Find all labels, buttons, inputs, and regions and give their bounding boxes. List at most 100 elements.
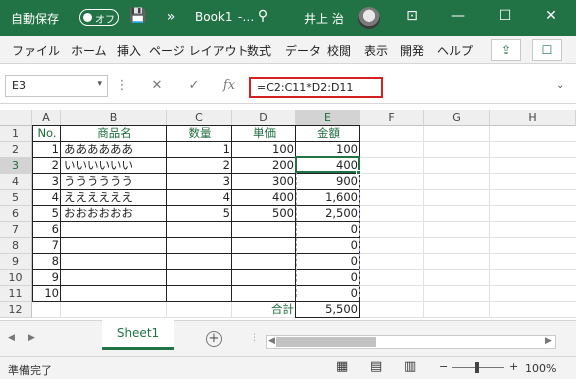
tab-splitter-icon[interactable]: ⋮ — [250, 333, 259, 343]
cell-qty[interactable] — [168, 286, 232, 302]
column-header-c[interactable]: C — [167, 110, 232, 126]
tab-view[interactable]: 表示 — [364, 42, 388, 59]
cell-price[interactable] — [233, 254, 296, 270]
more-commands-icon[interactable]: » — [161, 9, 181, 25]
row-header-10[interactable]: 10 — [0, 270, 32, 286]
cell-price[interactable] — [233, 222, 296, 238]
cell-price[interactable] — [233, 286, 296, 302]
page-layout-view-icon[interactable]: ▤ — [370, 359, 382, 374]
avatar[interactable] — [358, 7, 380, 29]
worksheet-grid[interactable]: A B C D E F G H 1 2 3 4 5 6 7 8 9 10 11 12 No. 商品名 数量 単価 金額 1 あああ… — [0, 110, 576, 320]
cell-price[interactable]: 200 — [233, 158, 296, 174]
header-name[interactable]: 商品名 — [62, 126, 167, 142]
tab-formulas[interactable]: 数式 — [247, 42, 271, 59]
column-header-h[interactable]: H — [490, 110, 576, 126]
close-icon[interactable]: ✕ — [541, 8, 561, 24]
row-header-2[interactable]: 2 — [0, 142, 32, 158]
cell-qty[interactable] — [168, 270, 232, 286]
column-header-d[interactable]: D — [232, 110, 296, 126]
cell-name[interactable]: おおおおおお — [62, 206, 167, 222]
cell-qty[interactable]: 3 — [168, 174, 232, 190]
tab-help[interactable]: ヘルプ — [437, 42, 473, 59]
cell-qty[interactable]: 1 — [168, 142, 232, 158]
column-header-e[interactable]: E — [296, 110, 360, 126]
cell-no[interactable]: 8 — [33, 254, 61, 270]
cell-price[interactable] — [233, 270, 296, 286]
cell-qty[interactable]: 2 — [168, 158, 232, 174]
active-cell[interactable] — [295, 156, 360, 173]
share-icon[interactable]: ⇪ — [491, 39, 521, 61]
scroll-right-icon[interactable]: ▶ — [545, 336, 552, 346]
save-icon[interactable]: 💾 — [128, 8, 148, 24]
cell-no[interactable]: 6 — [33, 222, 61, 238]
cell-no[interactable]: 3 — [33, 174, 61, 190]
normal-view-icon[interactable]: ▦ — [336, 359, 348, 374]
maximize-icon[interactable]: ☐ — [495, 8, 515, 24]
header-amount[interactable]: 金額 — [297, 126, 360, 142]
total-value[interactable]: 5,500 — [297, 302, 360, 318]
formula-input[interactable]: =C2:C11*D2:D11 — [249, 77, 383, 98]
cancel-icon[interactable]: ✕ — [148, 78, 166, 93]
cell-no[interactable]: 5 — [33, 206, 61, 222]
header-price[interactable]: 単価 — [233, 126, 296, 142]
search-icon[interactable]: ⚲ — [253, 8, 273, 24]
cell-price[interactable]: 300 — [233, 174, 296, 190]
name-box[interactable]: E3 ▾ — [5, 75, 108, 97]
header-no[interactable]: No. — [33, 126, 61, 142]
tab-page-layout[interactable]: ページ レイアウト — [149, 42, 249, 59]
insert-function-icon[interactable]: fx — [220, 78, 238, 93]
cell-name[interactable]: ええええええ — [62, 190, 167, 206]
select-all-corner[interactable] — [0, 110, 32, 126]
header-qty[interactable]: 数量 — [168, 126, 232, 142]
row-header-6[interactable]: 6 — [0, 206, 32, 222]
cell-price[interactable] — [233, 238, 296, 254]
cell-qty[interactable] — [168, 238, 232, 254]
cell-no[interactable]: 2 — [33, 158, 61, 174]
autosave-toggle[interactable]: オフ — [79, 9, 119, 26]
row-header-7[interactable]: 7 — [0, 222, 32, 238]
zoom-level[interactable]: 100% — [525, 362, 556, 375]
fill-handle[interactable] — [356, 170, 361, 175]
column-header-b[interactable]: B — [61, 110, 167, 126]
page-break-view-icon[interactable]: ▥ — [404, 359, 416, 374]
tab-file[interactable]: ファイル — [12, 42, 60, 59]
row-header-12[interactable]: 12 — [0, 302, 32, 318]
sheet-tab-sheet1[interactable]: Sheet1 — [102, 320, 174, 350]
cell-qty[interactable] — [168, 254, 232, 270]
enter-icon[interactable]: ✓ — [185, 78, 203, 93]
comment-icon[interactable]: ☐ — [532, 39, 562, 61]
cell-qty[interactable]: 4 — [168, 190, 232, 206]
row-header-5[interactable]: 5 — [0, 190, 32, 206]
zoom-slider-knob[interactable] — [475, 362, 479, 373]
cell-name[interactable]: うううううう — [62, 174, 167, 190]
cell-no[interactable]: 9 — [33, 270, 61, 286]
chevron-down-icon[interactable]: ▾ — [97, 79, 102, 89]
zoom-out-icon[interactable]: − — [439, 360, 448, 373]
cell-name[interactable]: ああああああ — [62, 142, 167, 158]
zoom-in-icon[interactable]: + — [509, 360, 518, 373]
row-header-1[interactable]: 1 — [0, 126, 32, 142]
add-sheet-button[interactable]: + — [206, 331, 222, 347]
tab-review[interactable]: 校閲 — [327, 42, 351, 59]
cell-name[interactable] — [62, 222, 167, 238]
cell-price[interactable]: 100 — [233, 142, 296, 158]
column-header-f[interactable]: F — [360, 110, 424, 126]
sheet-prev-icon[interactable]: ◀ — [8, 333, 15, 343]
scrollbar-thumb[interactable] — [276, 337, 376, 347]
column-header-g[interactable]: G — [424, 110, 490, 126]
row-header-9[interactable]: 9 — [0, 254, 32, 270]
row-header-8[interactable]: 8 — [0, 238, 32, 254]
ribbon-display-icon[interactable]: ⊡ — [402, 8, 422, 24]
total-label[interactable]: 合計 — [233, 302, 296, 318]
row-header-3[interactable]: 3 — [0, 158, 32, 174]
sheet-next-icon[interactable]: ▶ — [28, 333, 35, 343]
expand-formula-icon[interactable]: ⌄ — [556, 80, 564, 91]
cell-price[interactable]: 400 — [233, 190, 296, 206]
scroll-left-icon[interactable]: ◀ — [268, 336, 275, 346]
cell-price[interactable]: 500 — [233, 206, 296, 222]
cell-no[interactable]: 1 — [33, 142, 61, 158]
tab-insert[interactable]: 挿入 — [117, 42, 141, 59]
row-header-11[interactable]: 11 — [0, 286, 32, 302]
cell-name[interactable] — [62, 286, 167, 302]
cell-name[interactable] — [62, 238, 167, 254]
